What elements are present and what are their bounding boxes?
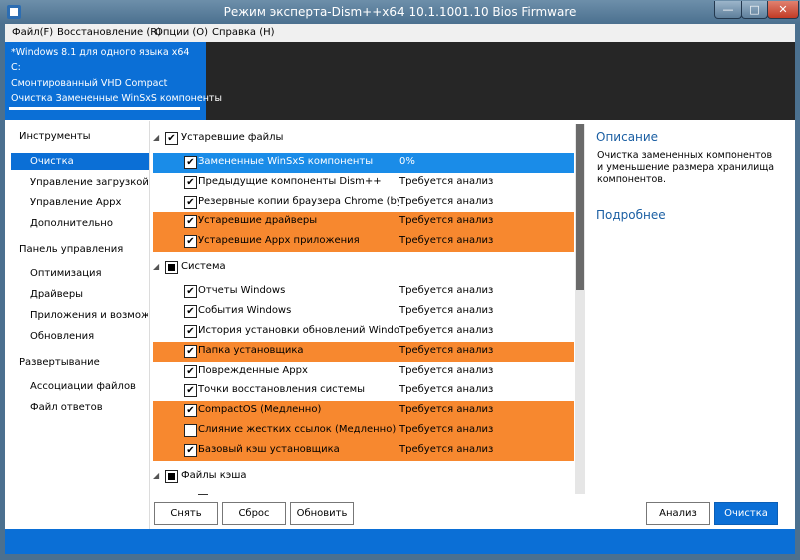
refresh-button[interactable]: Обновить (290, 502, 354, 525)
reset-button[interactable]: Сброс (222, 502, 286, 525)
row-checkbox[interactable]: ✔ (184, 176, 197, 189)
collapse-triangle-icon[interactable]: ◢ (153, 257, 163, 277)
sidebar-item-file-assoc[interactable]: Ассоциации файлов (30, 381, 136, 392)
session-os: *Windows 8.1 для одного языка x64 (11, 47, 190, 58)
collapse-triangle-icon[interactable]: ◢ (153, 466, 163, 486)
scrollbar-thumb[interactable] (576, 124, 584, 290)
minimize-button[interactable]: — (714, 1, 742, 19)
menu-options[interactable]: Опции (O) (155, 24, 208, 42)
row-checkbox[interactable] (184, 424, 197, 437)
sidebar-item-updates[interactable]: Обновления (30, 331, 94, 342)
row-label: CompactOS (Медленно) (198, 404, 322, 415)
sidebar-item-drivers[interactable]: Драйверы (30, 289, 83, 300)
description-title: Описание (596, 130, 659, 144)
row-label: История установки обновлений Windows (198, 325, 399, 336)
row-label: Устаревшие Appx приложения (198, 235, 360, 246)
menu-bar: Файл(F) Восстановление (R) Опции (O) Спр… (5, 24, 795, 42)
row-status: Требуется анализ (399, 444, 494, 455)
row-status: Требуется анализ (399, 176, 494, 187)
row-checkbox[interactable]: ✔ (184, 305, 197, 318)
row-status: Требуется анализ (399, 325, 494, 336)
row-checkbox[interactable]: ✔ (184, 444, 197, 457)
window-title: Режим эксперта-Dism++x64 10.1.1001.10 Bi… (223, 5, 577, 19)
close-button[interactable]: ✕ (767, 1, 799, 19)
row-label: События Windows (198, 305, 292, 316)
session-drive: C: (11, 62, 21, 73)
row-label: Поврежденные Appx (198, 365, 308, 376)
sidebar-item-optimization[interactable]: Оптимизация (30, 268, 102, 279)
window-frame-bottom (0, 554, 800, 560)
menu-file[interactable]: Файл(F) (12, 24, 53, 42)
row-label: Резервные копии браузера Chrome (by Honn… (198, 196, 399, 207)
row-checkbox[interactable]: ✔ (184, 156, 197, 169)
row-status: Требуется анализ (399, 404, 494, 415)
sidebar-section-tools: Инструменты (19, 131, 91, 142)
sidebar-section-control-panel: Панель управления (19, 244, 124, 255)
clean-button[interactable]: Очистка (714, 502, 778, 525)
group-checkbox[interactable]: ✔ (165, 132, 178, 145)
row-label: Базовый кэш установщика (198, 444, 340, 455)
group-checkbox[interactable] (165, 470, 178, 483)
row-checkbox[interactable]: ✔ (184, 285, 197, 298)
row-status: Требуется анализ (399, 215, 494, 226)
remove-button[interactable]: Снять (154, 502, 218, 525)
partial-check-icon (168, 264, 175, 271)
partial-check-icon (168, 473, 175, 480)
description-text: Очистка замененных компонентов и уменьше… (597, 150, 775, 185)
row-status: 0% (399, 156, 415, 167)
session-task: Очистка Замененные WinSxS компоненты (11, 93, 222, 104)
group-label: Файлы кэша (181, 470, 247, 481)
row-label: Устаревшие драйверы (198, 215, 318, 226)
analyze-button[interactable]: Анализ (646, 502, 710, 525)
session-progress (9, 107, 200, 110)
row-status: Требуется анализ (399, 285, 494, 296)
row-status: Требуется анализ (399, 365, 494, 376)
collapse-triangle-icon[interactable]: ◢ (153, 128, 163, 148)
group-checkbox[interactable] (165, 261, 178, 274)
list-cutoff (198, 494, 208, 495)
group-label: Устаревшие файлы (181, 132, 284, 143)
session-vhd: Смонтированный VHD Compact (11, 78, 168, 89)
row-label: Слияние жестких ссылок (Медленно) (198, 424, 397, 435)
row-checkbox[interactable]: ✔ (184, 345, 197, 358)
row-checkbox[interactable]: ✔ (184, 365, 197, 378)
row-status: Требуется анализ (399, 345, 494, 356)
row-checkbox[interactable]: ✔ (184, 196, 197, 209)
row-checkbox[interactable]: ✔ (184, 235, 197, 248)
sidebar-item-cleanup[interactable]: Очистка (30, 156, 74, 167)
sidebar-item-advanced[interactable]: Дополнительно (30, 218, 113, 229)
row-status: Требуется анализ (399, 196, 494, 207)
sidebar-item-appx[interactable]: Управление Appx (30, 197, 121, 208)
sidebar-divider (149, 121, 150, 529)
row-label: Замененные WinSxS компоненты (198, 156, 374, 167)
sidebar-section-deployment: Развертывание (19, 357, 100, 368)
row-label: Точки восстановления системы (198, 384, 366, 395)
sidebar-item-apps[interactable]: Приложения и возможности (30, 310, 148, 321)
row-status: Требуется анализ (399, 305, 494, 316)
row-label: Отчеты Windows (198, 285, 286, 296)
sidebar-item-boot[interactable]: Управление загрузкой (30, 177, 149, 188)
row-status: Требуется анализ (399, 384, 494, 395)
window-frame-right (795, 24, 800, 560)
status-bar (5, 529, 795, 554)
row-checkbox[interactable]: ✔ (184, 325, 197, 338)
group-label: Система (181, 261, 226, 272)
row-checkbox[interactable]: ✔ (184, 215, 197, 228)
sidebar-item-answer-file[interactable]: Файл ответов (30, 402, 103, 413)
row-checkbox[interactable]: ✔ (184, 384, 197, 397)
menu-restore[interactable]: Восстановление (R) (57, 24, 161, 42)
row-checkbox[interactable]: ✔ (184, 404, 197, 417)
row-label: Папка установщика (198, 345, 304, 356)
row-label: Предыдущие компоненты Dism++ (198, 176, 382, 187)
row-status: Требуется анализ (399, 235, 494, 246)
menu-help[interactable]: Справка (H) (212, 24, 275, 42)
row-status: Требуется анализ (399, 424, 494, 435)
maximize-button[interactable]: □ (741, 1, 768, 19)
more-link[interactable]: Подробнее (596, 208, 666, 222)
